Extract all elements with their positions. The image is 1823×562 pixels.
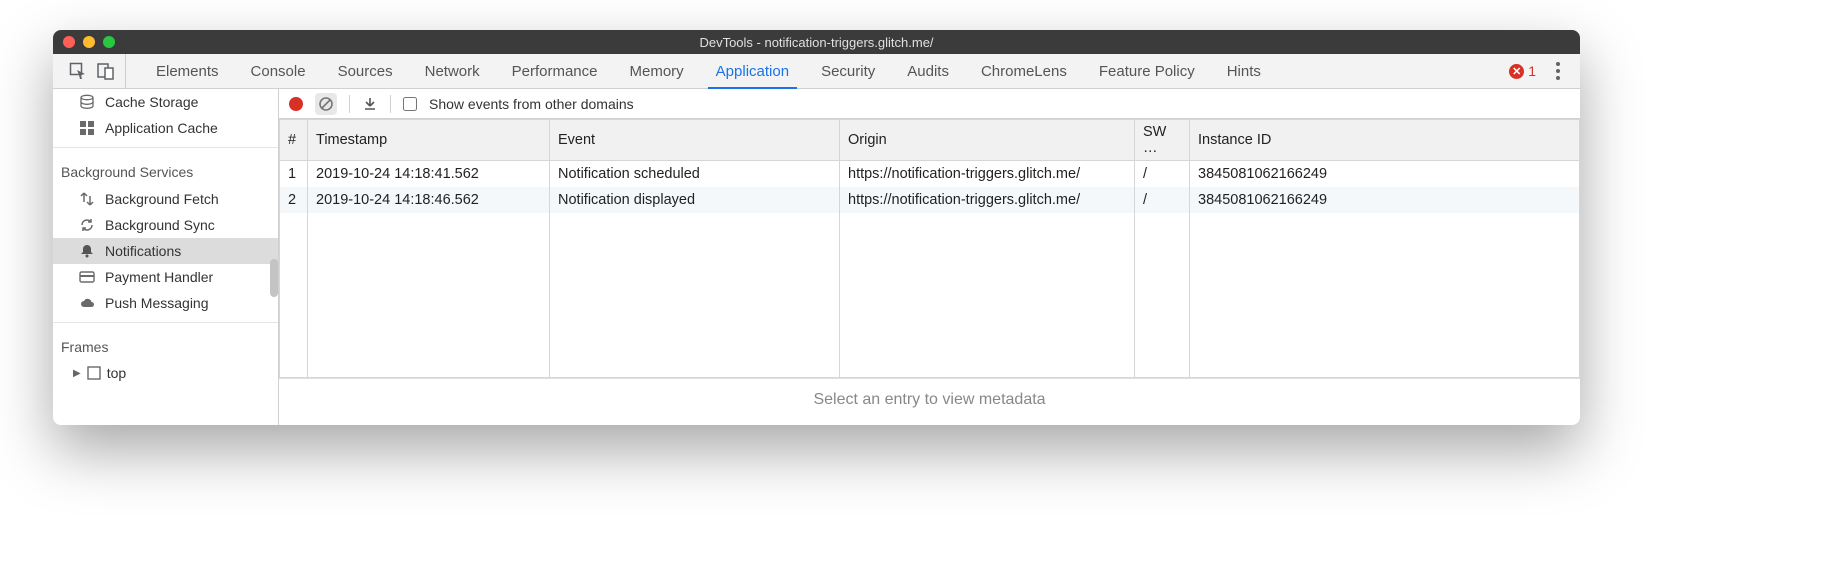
tab-chromelens[interactable]: ChromeLens bbox=[965, 54, 1083, 88]
sidebar-group-bg-services: Background Services bbox=[53, 154, 278, 186]
sidebar-item-payment[interactable]: Payment Handler bbox=[53, 264, 278, 290]
window-title: DevTools - notification-triggers.glitch.… bbox=[53, 35, 1580, 50]
sidebar-item-label: Background Fetch bbox=[105, 191, 219, 207]
show-other-domains-label: Show events from other domains bbox=[429, 96, 634, 112]
sidebar-item-label: Application Cache bbox=[105, 120, 218, 136]
col-instance[interactable]: Instance ID bbox=[1190, 120, 1580, 161]
inspect-icon[interactable] bbox=[69, 62, 87, 80]
error-icon: ✕ bbox=[1509, 64, 1524, 79]
more-menu-icon[interactable] bbox=[1548, 62, 1568, 80]
tab-audits[interactable]: Audits bbox=[891, 54, 965, 88]
events-toolbar: Show events from other domains bbox=[279, 89, 1580, 119]
disclosure-triangle-icon[interactable]: ▶ bbox=[73, 368, 81, 379]
metadata-placeholder: Select an entry to view metadata bbox=[279, 378, 1580, 425]
col-event[interactable]: Event bbox=[550, 120, 840, 161]
sync-icon bbox=[79, 217, 95, 233]
col-sw[interactable]: SW … bbox=[1135, 120, 1190, 161]
tab-memory[interactable]: Memory bbox=[614, 54, 700, 88]
sidebar-item-bg-fetch[interactable]: Background Fetch bbox=[53, 186, 278, 212]
database-icon bbox=[79, 94, 95, 110]
record-button[interactable] bbox=[289, 97, 303, 111]
devtools-tabbar: Elements Console Sources Network Perform… bbox=[53, 54, 1580, 89]
show-other-domains-checkbox[interactable] bbox=[403, 97, 417, 111]
tab-console[interactable]: Console bbox=[235, 54, 322, 88]
sidebar-item-label: Cache Storage bbox=[105, 94, 198, 110]
sidebar-item-label: Push Messaging bbox=[105, 295, 209, 311]
table-header-row: # Timestamp Event Origin SW … Instance I… bbox=[280, 120, 1580, 161]
main-panel: Show events from other domains # Timesta… bbox=[279, 89, 1580, 425]
grid-icon bbox=[79, 120, 95, 136]
sidebar-item-app-cache[interactable]: Application Cache bbox=[53, 115, 278, 141]
tab-feature-policy[interactable]: Feature Policy bbox=[1083, 54, 1211, 88]
sidebar-item-label: Notifications bbox=[105, 243, 181, 259]
col-origin[interactable]: Origin bbox=[840, 120, 1135, 161]
sidebar-group-frames: Frames bbox=[53, 329, 278, 361]
tab-sources[interactable]: Sources bbox=[322, 54, 409, 88]
device-toggle-icon[interactable] bbox=[97, 62, 115, 80]
sidebar-item-label: Background Sync bbox=[105, 217, 215, 233]
tab-elements[interactable]: Elements bbox=[140, 54, 235, 88]
sidebar-item-frame-top[interactable]: ▶ top bbox=[53, 361, 278, 385]
tab-security[interactable]: Security bbox=[805, 54, 891, 88]
bell-icon bbox=[79, 243, 95, 259]
tab-network[interactable]: Network bbox=[409, 54, 496, 88]
transfer-icon bbox=[79, 191, 95, 207]
scrollbar-thumb[interactable] bbox=[270, 259, 278, 297]
sidebar-item-label: top bbox=[107, 365, 126, 381]
col-timestamp[interactable]: Timestamp bbox=[308, 120, 550, 161]
tab-performance[interactable]: Performance bbox=[496, 54, 614, 88]
events-table: # Timestamp Event Origin SW … Instance I… bbox=[279, 119, 1580, 378]
download-button[interactable] bbox=[362, 96, 378, 112]
clear-button[interactable] bbox=[315, 93, 337, 115]
error-count-value: 1 bbox=[1528, 63, 1536, 79]
col-num[interactable]: # bbox=[280, 120, 308, 161]
sidebar-item-push[interactable]: Push Messaging bbox=[53, 290, 278, 316]
sidebar-item-cache-storage[interactable]: Cache Storage bbox=[53, 89, 278, 115]
error-count[interactable]: ✕ 1 bbox=[1509, 63, 1536, 79]
sidebar-item-label: Payment Handler bbox=[105, 269, 213, 285]
credit-card-icon bbox=[79, 269, 95, 285]
panel-tabs: Elements Console Sources Network Perform… bbox=[140, 54, 1277, 88]
frame-icon bbox=[87, 366, 101, 380]
titlebar: DevTools - notification-triggers.glitch.… bbox=[53, 30, 1580, 54]
sidebar-item-bg-sync[interactable]: Background Sync bbox=[53, 212, 278, 238]
devtools-window: DevTools - notification-triggers.glitch.… bbox=[53, 30, 1580, 425]
table-empty-area bbox=[279, 213, 1580, 379]
table-row[interactable]: 2 2019-10-24 14:18:46.562 Notification d… bbox=[280, 187, 1580, 213]
tab-hints[interactable]: Hints bbox=[1211, 54, 1277, 88]
table-row[interactable]: 1 2019-10-24 14:18:41.562 Notification s… bbox=[280, 161, 1580, 187]
tab-application[interactable]: Application bbox=[700, 54, 805, 88]
cloud-icon bbox=[79, 295, 95, 311]
sidebar-item-notifications[interactable]: Notifications bbox=[53, 238, 278, 264]
application-sidebar: Cache Storage Application Cache Backgrou… bbox=[53, 89, 279, 425]
